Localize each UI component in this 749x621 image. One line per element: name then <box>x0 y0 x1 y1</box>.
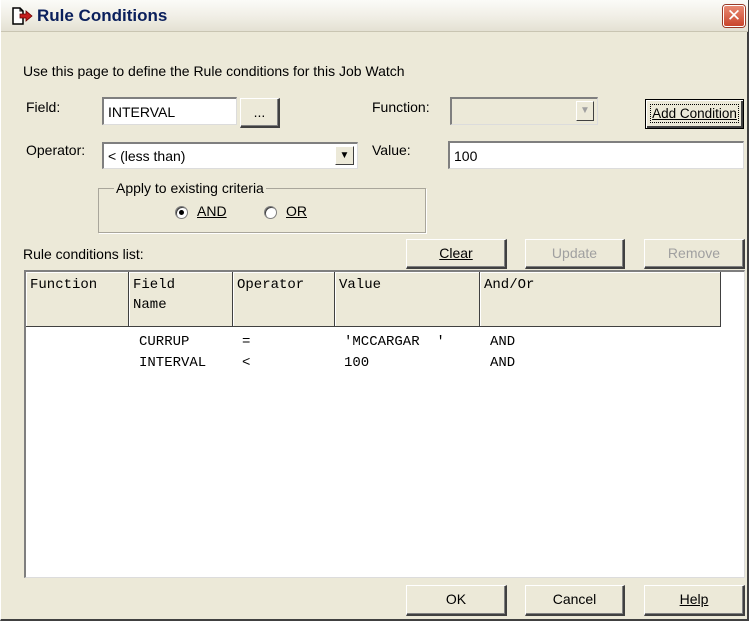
column-header-value[interactable]: Value <box>335 272 480 327</box>
rule-conditions-dialog: Rule Conditions ✕ Use this page to defin… <box>0 0 749 621</box>
rule-conditions-list[interactable]: Function Field Name Operator Value And/O… <box>24 270 745 578</box>
cancel-label: Cancel <box>552 591 597 607</box>
row-2-and-or: AND <box>490 355 516 371</box>
chevron-down-icon: ▼ <box>576 101 594 121</box>
function-label: Function: <box>372 99 430 115</box>
clear-button[interactable]: Clear <box>406 239 507 269</box>
column-header-operator[interactable]: Operator <box>233 272 335 327</box>
row-2-field: INTERVAL <box>139 355 207 371</box>
chevron-down-icon[interactable]: ▼ <box>335 146 354 165</box>
remove-button[interactable]: Remove <box>644 239 745 269</box>
row-1-and-or: AND <box>490 334 516 350</box>
row-1-value: 'MCCARGAR ' <box>344 334 445 350</box>
title-bar[interactable]: Rule Conditions ✕ <box>1 0 748 32</box>
add-condition-label: Add Condition <box>650 104 739 123</box>
or-radio[interactable] <box>264 206 277 219</box>
operator-value: < (less than) <box>108 148 186 164</box>
column-header-field-name[interactable]: Field Name <box>129 272 233 327</box>
rule-document-arrow-icon <box>12 7 33 25</box>
row-1-field: CURRUP <box>139 334 190 350</box>
value-input[interactable]: 100 <box>448 141 744 169</box>
field-label: Field: <box>26 99 61 115</box>
row-2-value: 100 <box>344 355 370 371</box>
window-title: Rule Conditions <box>37 6 168 25</box>
and-radio-label[interactable]: AND <box>197 203 227 219</box>
update-label: Update <box>551 245 598 261</box>
update-button[interactable]: Update <box>525 239 625 269</box>
field-input[interactable]: INTERVAL <box>102 97 237 125</box>
page-description: Use this page to define the Rule conditi… <box>23 63 405 79</box>
apply-criteria-legend: Apply to existing criteria <box>114 180 266 196</box>
ok-label: OK <box>445 591 467 607</box>
value-label: Value: <box>372 142 411 158</box>
add-condition-button[interactable]: Add Condition <box>645 99 744 129</box>
column-header-function[interactable]: Function <box>26 272 129 327</box>
ok-button[interactable]: OK <box>406 585 507 616</box>
rule-list-label: Rule conditions list: <box>23 246 144 262</box>
or-radio-label[interactable]: OR <box>286 203 307 219</box>
radio-selected-dot <box>179 210 184 215</box>
row-2-operator: < <box>242 355 251 371</box>
and-radio[interactable] <box>175 206 188 219</box>
column-header-and-or[interactable]: And/Or <box>480 272 721 327</box>
help-label: Help <box>679 591 709 607</box>
close-icon: ✕ <box>726 6 742 25</box>
clear-label: Clear <box>439 245 473 261</box>
operator-select[interactable]: < (less than) <box>102 142 358 169</box>
row-1-operator: = <box>242 334 251 350</box>
help-button[interactable]: Help <box>644 585 745 616</box>
remove-label: Remove <box>667 245 721 261</box>
close-button[interactable]: ✕ <box>723 5 745 27</box>
operator-label: Operator: <box>26 142 86 158</box>
field-browse-button[interactable]: ... <box>240 98 280 128</box>
cancel-button[interactable]: Cancel <box>525 585 625 616</box>
